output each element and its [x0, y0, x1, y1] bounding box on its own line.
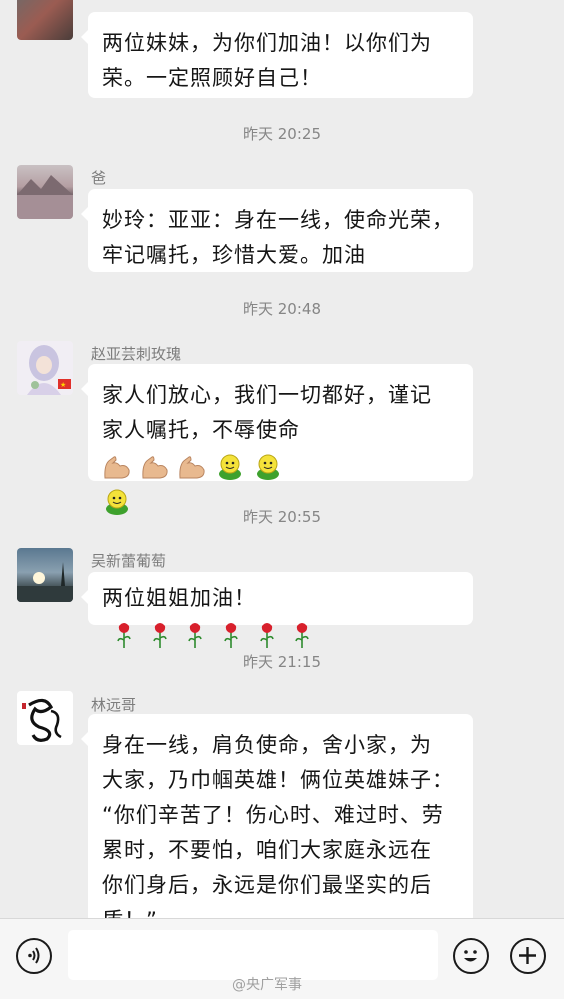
message-bubble[interactable]: 妙玲：亚亚：身在一线，使命光荣， 牢记嘱托，珍惜大爱。加油 [81, 189, 473, 272]
message-text-line: 家人嘱托，不辱使命 [102, 413, 461, 484]
rose-icon [152, 622, 167, 648]
emoji-button[interactable] [453, 938, 489, 974]
message-text-line: 累时，不要怕，咱们大家庭永远在 [102, 838, 432, 862]
rose-icon [224, 622, 238, 648]
rose-icon [117, 622, 131, 648]
plus-icon [519, 947, 536, 964]
message-bubble[interactable]: 身在一线，肩负使命，舍小家，为 大家，乃巾帼英雄！俩位英雄妹子： “你们辛苦了！… [81, 714, 473, 932]
message-text-line: 身在一线，肩负使命，舍小家，为 [102, 733, 432, 757]
message-input[interactable] [68, 930, 438, 980]
sender-name: 吴新蕾葡萄 [91, 552, 167, 570]
message-text-line: 大家，乃巾帼英雄！俩位英雄妹子： [102, 768, 454, 792]
avatar[interactable] [17, 548, 73, 602]
timestamp: 昨天 20:25 [243, 125, 321, 143]
avatar[interactable] [17, 0, 73, 40]
plus-button[interactable] [510, 938, 546, 974]
sender-name: 赵亚芸刺玫瑰 [91, 345, 182, 363]
watermark: @央广军事 [232, 977, 302, 993]
frog-face-icon [256, 454, 279, 480]
message-text-line: “你们辛苦了！伤心时、难过时、劳 [102, 803, 444, 827]
sender-name: 林远哥 [91, 696, 137, 714]
timestamp: 昨天 21:15 [243, 653, 321, 671]
calligraphy-avatar-image [22, 698, 62, 742]
flexed-biceps-icon [179, 455, 205, 478]
message-text-line: 妙玲：亚亚：身在一线，使命光荣， [102, 208, 454, 232]
message-text-line: 牢记嘱托，珍惜大爱。加油 [102, 243, 366, 267]
message-text-line: 两位姐姐加油！ [102, 586, 256, 610]
voice-icon [28, 947, 40, 964]
message-bubble[interactable]: 家人们放心，我们一切都好，谨记 家人嘱托，不辱使命 [81, 364, 473, 515]
message-text-line: 你们身后，永远是你们最坚实的后 [102, 873, 432, 897]
message-bubble[interactable]: 两位妹妹，为你们加油！以你们为 荣。一定照顾好自己！ [81, 12, 473, 98]
emoji-group [102, 449, 283, 484]
timestamp: 昨天 20:48 [243, 300, 321, 318]
timestamp: 昨天 20:55 [243, 508, 321, 526]
flexed-biceps-icon [142, 455, 168, 478]
avatar[interactable] [17, 165, 73, 219]
flexed-biceps-icon [104, 455, 130, 478]
rose-icon [259, 622, 274, 648]
frog-face-icon [219, 454, 242, 480]
rose-icon [188, 622, 203, 648]
avatar[interactable]: ★ [17, 341, 73, 395]
smiley-icon [464, 950, 477, 962]
message-text-line: 荣。一定照顾好自己！ [102, 66, 322, 90]
message-bubble[interactable]: 两位姐姐加油！ [81, 572, 473, 648]
sender-name: 爸 [91, 169, 107, 187]
illustrated-girl-avatar-image: ★ [27, 345, 71, 395]
message-text-line: 两位妹妹，为你们加油！以你们为 [102, 31, 432, 55]
emoji-group [110, 617, 316, 652]
svg-text:★: ★ [60, 381, 66, 389]
message-text-segment: 家人嘱托，不辱使命 [102, 418, 300, 442]
landscape-avatar-image [17, 175, 73, 219]
message-text-line: 家人们放心，我们一切都好，谨记 [102, 383, 432, 407]
sunset-avatar-image [17, 562, 73, 602]
rose-icon [295, 622, 310, 648]
voice-button[interactable] [16, 938, 52, 974]
avatar[interactable] [17, 691, 73, 745]
